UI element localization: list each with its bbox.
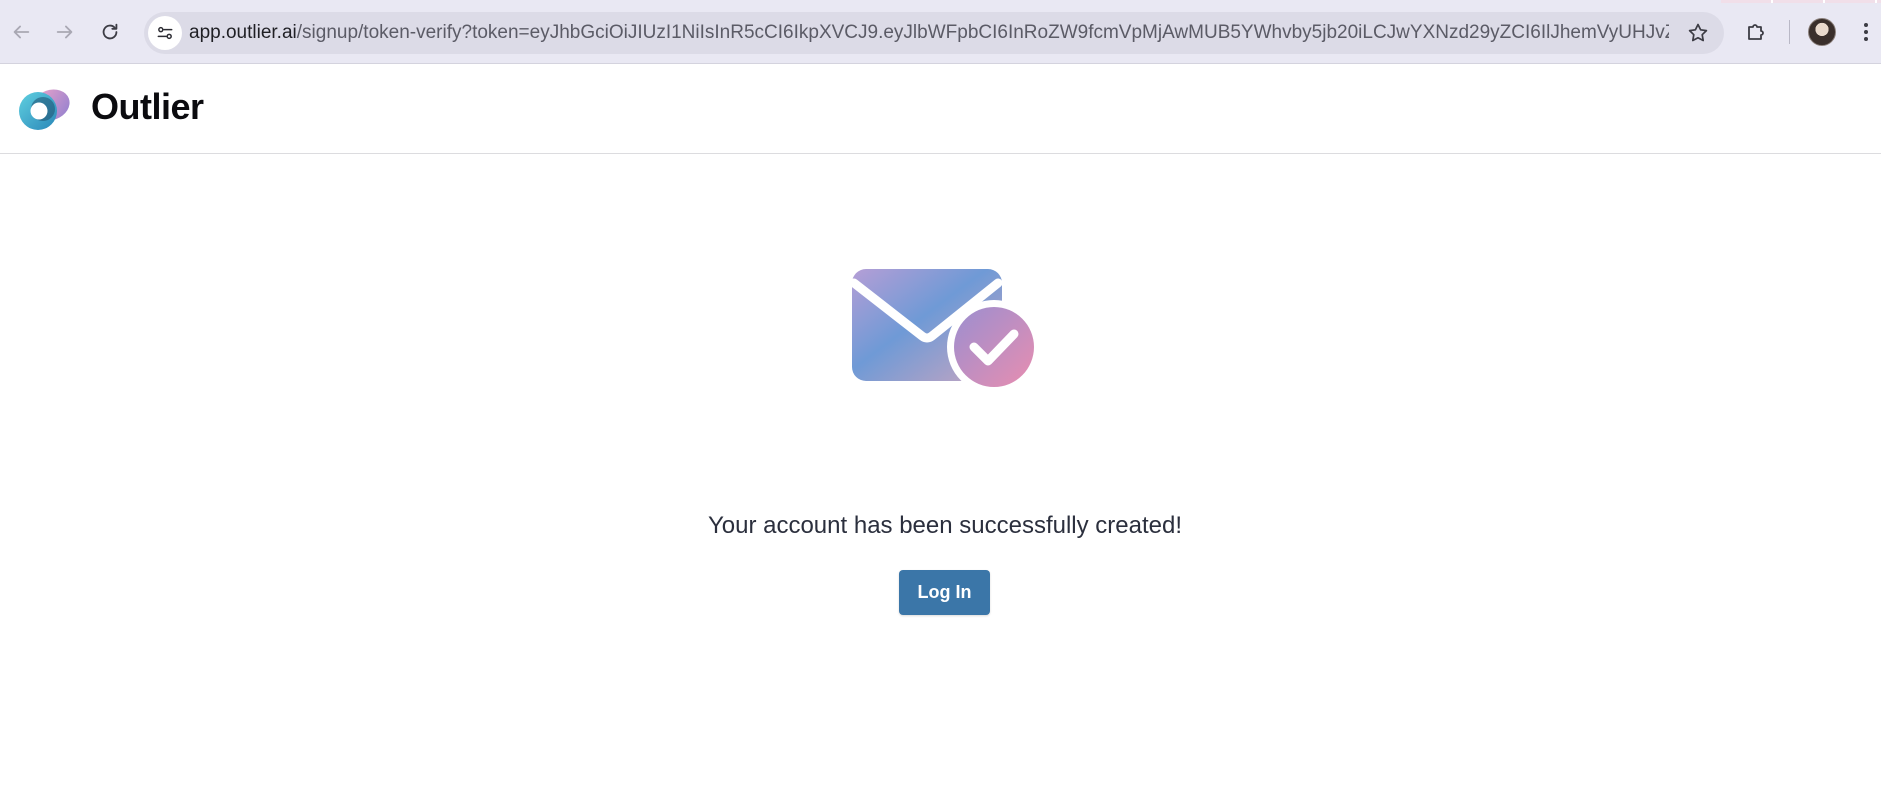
forward-button[interactable] <box>50 17 80 47</box>
tab-strip-edge <box>1721 0 1881 3</box>
avatar[interactable] <box>1808 18 1836 46</box>
kebab-menu-icon <box>1864 23 1868 41</box>
reload-icon <box>102 23 118 40</box>
outlier-logo-icon[interactable] <box>17 87 73 131</box>
arrow-right-icon <box>56 25 73 39</box>
url-text[interactable]: app.outlier.ai/signup/token-verify?token… <box>189 12 1669 54</box>
browser-menu-button[interactable] <box>1852 18 1880 46</box>
login-button[interactable]: Log In <box>899 570 990 615</box>
success-message: Your account has been successfully creat… <box>707 512 1183 539</box>
arrow-left-icon <box>13 25 30 39</box>
envelope-check-icon <box>849 269 1040 393</box>
url-host: app.outlier.ai <box>189 22 297 43</box>
back-button[interactable] <box>6 17 36 47</box>
url-path: /signup/token-verify?token=eyJhbGciOiJIU… <box>296 22 1669 43</box>
browser-toolbar: app.outlier.ai/signup/token-verify?token… <box>0 0 1881 64</box>
app-header: Outlier <box>0 65 1881 154</box>
site-info-button[interactable] <box>148 16 182 50</box>
extensions-button[interactable] <box>1742 18 1770 46</box>
puzzle-icon <box>1748 24 1764 40</box>
toolbar-divider <box>1789 20 1790 44</box>
main-content: Your account has been successfully creat… <box>0 155 1881 801</box>
star-icon[interactable] <box>1686 21 1710 45</box>
site-settings-icon <box>157 26 173 40</box>
address-bar[interactable]: app.outlier.ai/signup/token-verify?token… <box>144 12 1724 54</box>
brand-name: Outlier <box>91 86 204 127</box>
reload-button[interactable] <box>95 17 125 47</box>
